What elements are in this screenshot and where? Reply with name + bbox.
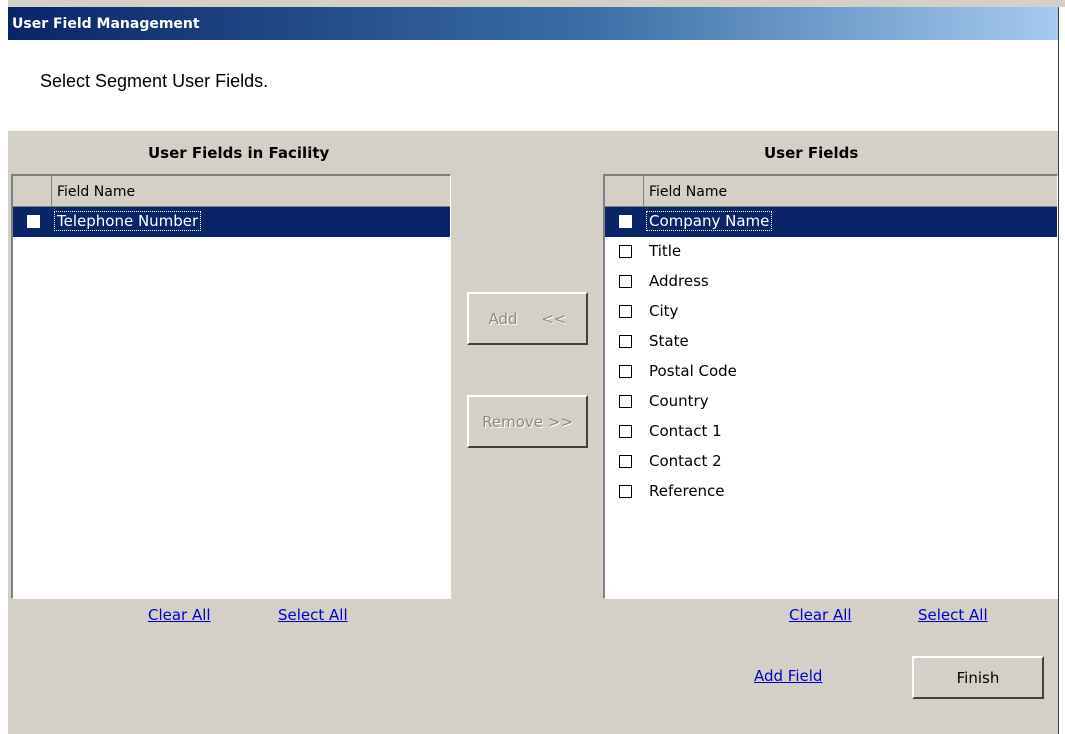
left-edge <box>0 0 8 734</box>
field-name-column-header[interactable]: Field Name <box>649 184 727 200</box>
add-button[interactable]: Add << <box>467 292 588 345</box>
left-select-all-link[interactable]: Select All <box>278 606 348 624</box>
row-checkbox[interactable] <box>619 275 632 288</box>
add-button-label: Add << <box>488 309 567 328</box>
field-name-cell: State <box>649 332 689 350</box>
right-clear-all-link[interactable]: Clear All <box>789 606 852 624</box>
row-checkbox[interactable] <box>619 245 632 258</box>
left-panel-title: User Fields in Facility <box>148 144 330 162</box>
select-column-header <box>605 176 644 206</box>
row-checkbox[interactable] <box>619 395 632 408</box>
field-name-cell: Address <box>649 272 709 290</box>
field-name-cell: Postal Code <box>649 362 737 380</box>
table-row[interactable]: Country <box>605 387 1057 417</box>
field-name-cell: Contact 1 <box>649 422 722 440</box>
right-edge <box>1059 7 1065 734</box>
finish-button-label: Finish <box>956 668 1000 687</box>
field-name-cell: Title <box>649 242 682 260</box>
table-row[interactable]: Title <box>605 237 1057 267</box>
finish-button[interactable]: Finish <box>912 656 1044 699</box>
table-row[interactable]: Address <box>605 267 1057 297</box>
right-panel-title: User Fields <box>764 144 859 162</box>
select-column-header <box>13 176 52 206</box>
row-checkbox[interactable] <box>619 335 632 348</box>
instruction-panel: Select Segment User Fields. <box>8 40 1058 131</box>
table-row[interactable]: State <box>605 327 1057 357</box>
left-clear-all-link[interactable]: Clear All <box>148 606 211 624</box>
grid-header: Field Name <box>605 176 1057 207</box>
field-name-cell: Reference <box>649 482 725 500</box>
window-title: User Field Management <box>12 16 200 32</box>
table-row[interactable]: Contact 2 <box>605 447 1057 477</box>
title-bar: User Field Management <box>8 7 1058 40</box>
user-fields-grid[interactable]: Field Name Company Name Title Address City S… <box>603 174 1058 599</box>
row-checkbox[interactable] <box>619 425 632 438</box>
field-name-column-header[interactable]: Field Name <box>57 184 135 200</box>
remove-button[interactable]: Remove >> <box>467 395 588 448</box>
row-checkbox[interactable] <box>619 305 632 318</box>
remove-button-label: Remove >> <box>482 412 573 431</box>
table-row[interactable]: Company Name <box>605 207 1057 237</box>
field-name-cell: Contact 2 <box>649 452 722 470</box>
row-checkbox[interactable] <box>619 485 632 498</box>
row-checkbox[interactable] <box>27 215 40 228</box>
table-row[interactable]: Postal Code <box>605 357 1057 387</box>
add-field-link[interactable]: Add Field <box>754 667 822 685</box>
table-row[interactable]: Telephone Number <box>13 207 450 237</box>
field-name-cell: Company Name <box>645 211 773 231</box>
row-checkbox[interactable] <box>619 455 632 468</box>
grid-header: Field Name <box>13 176 450 207</box>
row-checkbox[interactable] <box>619 215 632 228</box>
row-checkbox[interactable] <box>619 365 632 378</box>
field-name-cell: City <box>649 302 679 320</box>
instruction-text: Select Segment User Fields. <box>40 71 269 91</box>
table-row[interactable]: Contact 1 <box>605 417 1057 447</box>
right-select-all-link[interactable]: Select All <box>918 606 988 624</box>
table-row[interactable]: City <box>605 297 1057 327</box>
field-name-cell: Telephone Number <box>53 211 202 231</box>
facility-fields-grid[interactable]: Field Name Telephone Number <box>11 174 451 599</box>
table-row[interactable]: Reference <box>605 477 1057 507</box>
field-name-cell: Country <box>649 392 709 410</box>
